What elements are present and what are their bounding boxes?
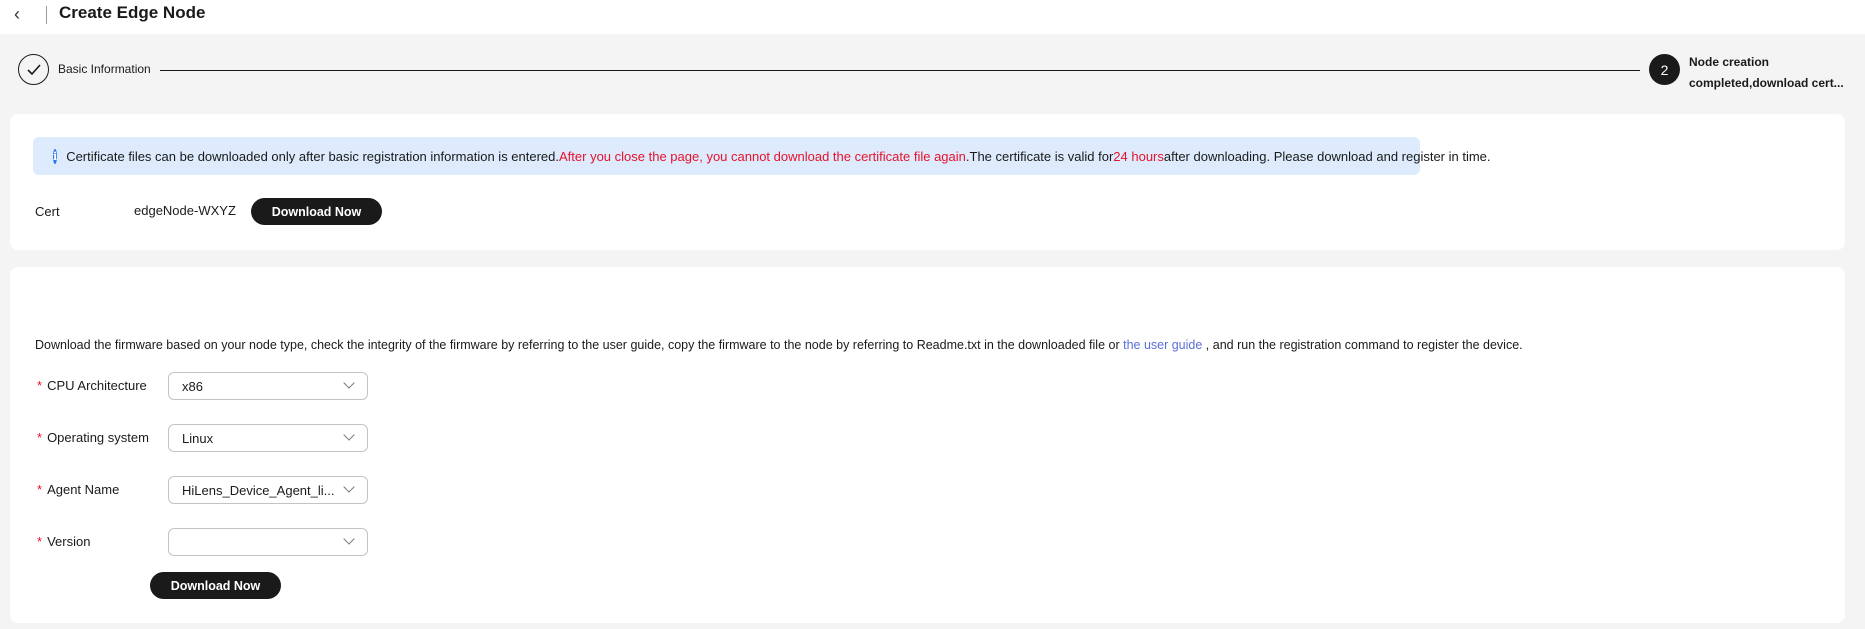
select-value: x86	[182, 378, 203, 394]
field-label: Agent Name	[47, 482, 120, 497]
agent-name-select[interactable]: HiLens_Device_Agent_li...	[168, 476, 368, 504]
step-connector	[160, 70, 1640, 71]
operating-system-select[interactable]: Linux	[168, 424, 368, 452]
description-text: Download the firmware based on your node…	[35, 338, 1124, 352]
cert-label: Cert	[35, 204, 60, 219]
notice-text: Certificate files can be downloaded only…	[66, 148, 560, 164]
step-number-2: 2	[1649, 54, 1680, 85]
step-basic-information: Basic Information	[58, 62, 151, 76]
firmware-description: Download the firmware based on your node…	[35, 338, 1523, 352]
step-label-line1: Node creation	[1689, 55, 1770, 69]
header-divider	[46, 6, 47, 24]
field-label: Operating system	[47, 430, 149, 445]
cert-value: edgeNode-WXYZ	[134, 203, 236, 218]
notice-text: after downloading. Please download and r…	[1163, 148, 1491, 164]
page-header	[0, 0, 1865, 34]
operating-system-label: * Operating system	[37, 430, 149, 445]
notice-text: .The certificate is valid for	[965, 148, 1114, 164]
page-title: Create Edge Node	[59, 3, 206, 22]
cpu-architecture-select[interactable]: x86	[168, 372, 368, 400]
chevron-down-icon	[343, 429, 355, 441]
download-firmware-button[interactable]: Download Now	[150, 572, 281, 599]
required-mark: *	[37, 534, 43, 549]
version-label: * Version	[37, 534, 90, 549]
info-icon: i	[53, 148, 58, 164]
cpu-architecture-label: * CPU Architecture	[37, 378, 147, 393]
info-banner: i Certificate files can be downloaded on…	[33, 137, 1491, 175]
version-select[interactable]	[168, 528, 368, 556]
select-value: HiLens_Device_Agent_li...	[182, 482, 335, 498]
check-icon	[18, 54, 49, 85]
chevron-down-icon	[343, 377, 355, 389]
notice-hours: 24 hours	[1113, 148, 1164, 164]
download-cert-button[interactable]: Download Now	[251, 198, 382, 225]
required-mark: *	[37, 482, 43, 497]
field-label: CPU Architecture	[47, 378, 147, 393]
user-guide-link[interactable]: the user guide	[1123, 338, 1202, 352]
required-mark: *	[37, 430, 43, 445]
step-label-line2: completed,download cert...	[1689, 76, 1844, 90]
chevron-left-icon[interactable]: ‹	[14, 4, 20, 25]
notice-warning: After you close the page, you cannot dow…	[559, 148, 966, 164]
agent-name-label: * Agent Name	[37, 482, 119, 497]
cert-card	[10, 114, 1845, 250]
field-label: Version	[47, 534, 91, 549]
step-node-creation: Node creation completed,download cert...	[1689, 52, 1859, 94]
required-mark: *	[37, 378, 43, 393]
description-text: , and run the registration command to re…	[1202, 338, 1523, 352]
select-value: Linux	[182, 430, 214, 446]
chevron-down-icon	[343, 481, 355, 493]
chevron-down-icon	[343, 533, 355, 545]
